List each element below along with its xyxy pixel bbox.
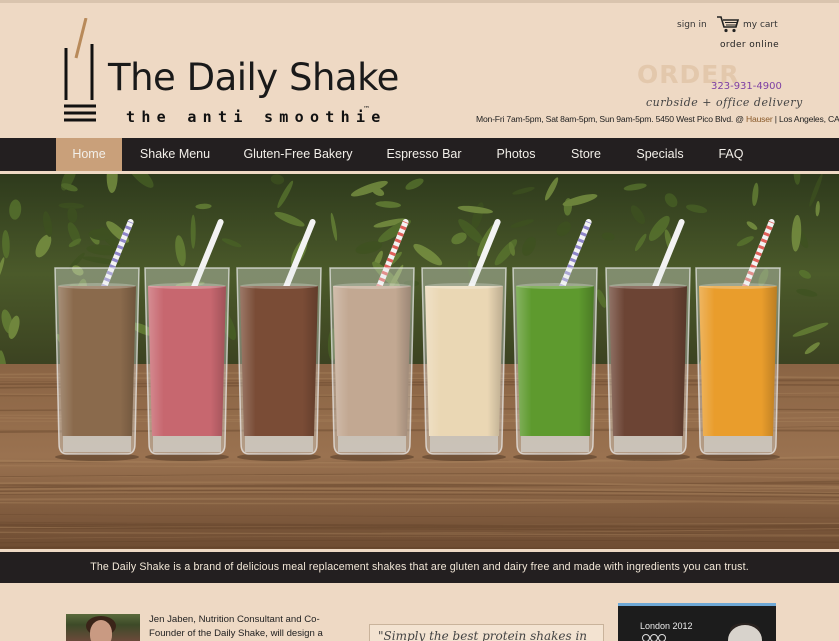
jen-line-1: Jen Jaben, Nutrition Consultant and Co-	[149, 614, 320, 625]
jen-line-2: Founder of the Daily Shake, will design …	[149, 628, 323, 639]
order-online-link[interactable]: order online	[720, 40, 779, 50]
jen-intro-text: Jen Jaben, Nutrition Consultant and Co- …	[149, 613, 359, 641]
nav-item-shake-menu[interactable]: Shake Menu	[127, 138, 223, 171]
london-2012-photo[interactable]: London 2012	[618, 603, 776, 641]
nav-item-home[interactable]: Home	[56, 138, 122, 171]
trademark-mark: ™	[363, 105, 370, 113]
hours-street: Hauser	[746, 114, 773, 124]
top-strip	[0, 0, 839, 3]
logo-chopsticks-icon[interactable]	[64, 18, 96, 124]
olympic-rings-icon	[642, 634, 666, 641]
sign-in-link[interactable]: sign in	[677, 20, 707, 30]
nav-item-store[interactable]: Store	[561, 138, 611, 171]
nav-item-specials[interactable]: Specials	[626, 138, 694, 171]
site-logo-title[interactable]: The Daily Shake	[108, 56, 399, 99]
store-hours: Mon-Fri 7am-5pm, Sat 8am-5pm, Sun 9am-5p…	[476, 114, 839, 124]
delivery-info: curbside + office delivery	[646, 96, 803, 109]
nav-item-gluten-free-bakery[interactable]: Gluten-Free Bakery	[234, 138, 362, 171]
hero-image	[0, 174, 839, 549]
cart-icon[interactable]	[716, 15, 740, 33]
nav-item-photos[interactable]: Photos	[486, 138, 546, 171]
hours-city: | Los Angeles, CA	[774, 114, 839, 124]
hours-text: Mon-Fri 7am-5pm, Sat 8am-5pm, Sun 9am-5p…	[476, 114, 744, 124]
hero-shakes-photo	[0, 174, 839, 549]
site-tagline: the anti smoothie	[126, 108, 387, 126]
main-nav: Home Shake Menu Gluten-Free Bakery Espre…	[0, 138, 839, 171]
phone-number[interactable]: 323-931-4900	[711, 81, 782, 92]
jen-photo	[66, 614, 140, 641]
my-cart-link[interactable]: my cart	[743, 20, 778, 30]
nav-item-espresso-bar[interactable]: Espresso Bar	[376, 138, 472, 171]
nav-item-faq[interactable]: FAQ	[707, 138, 755, 171]
london-2012-label: London 2012	[640, 621, 693, 631]
intro-banner: The Daily Shake is a brand of delicious …	[0, 552, 839, 583]
testimonial-quote: "Simply the best protein shakes in	[378, 629, 588, 641]
